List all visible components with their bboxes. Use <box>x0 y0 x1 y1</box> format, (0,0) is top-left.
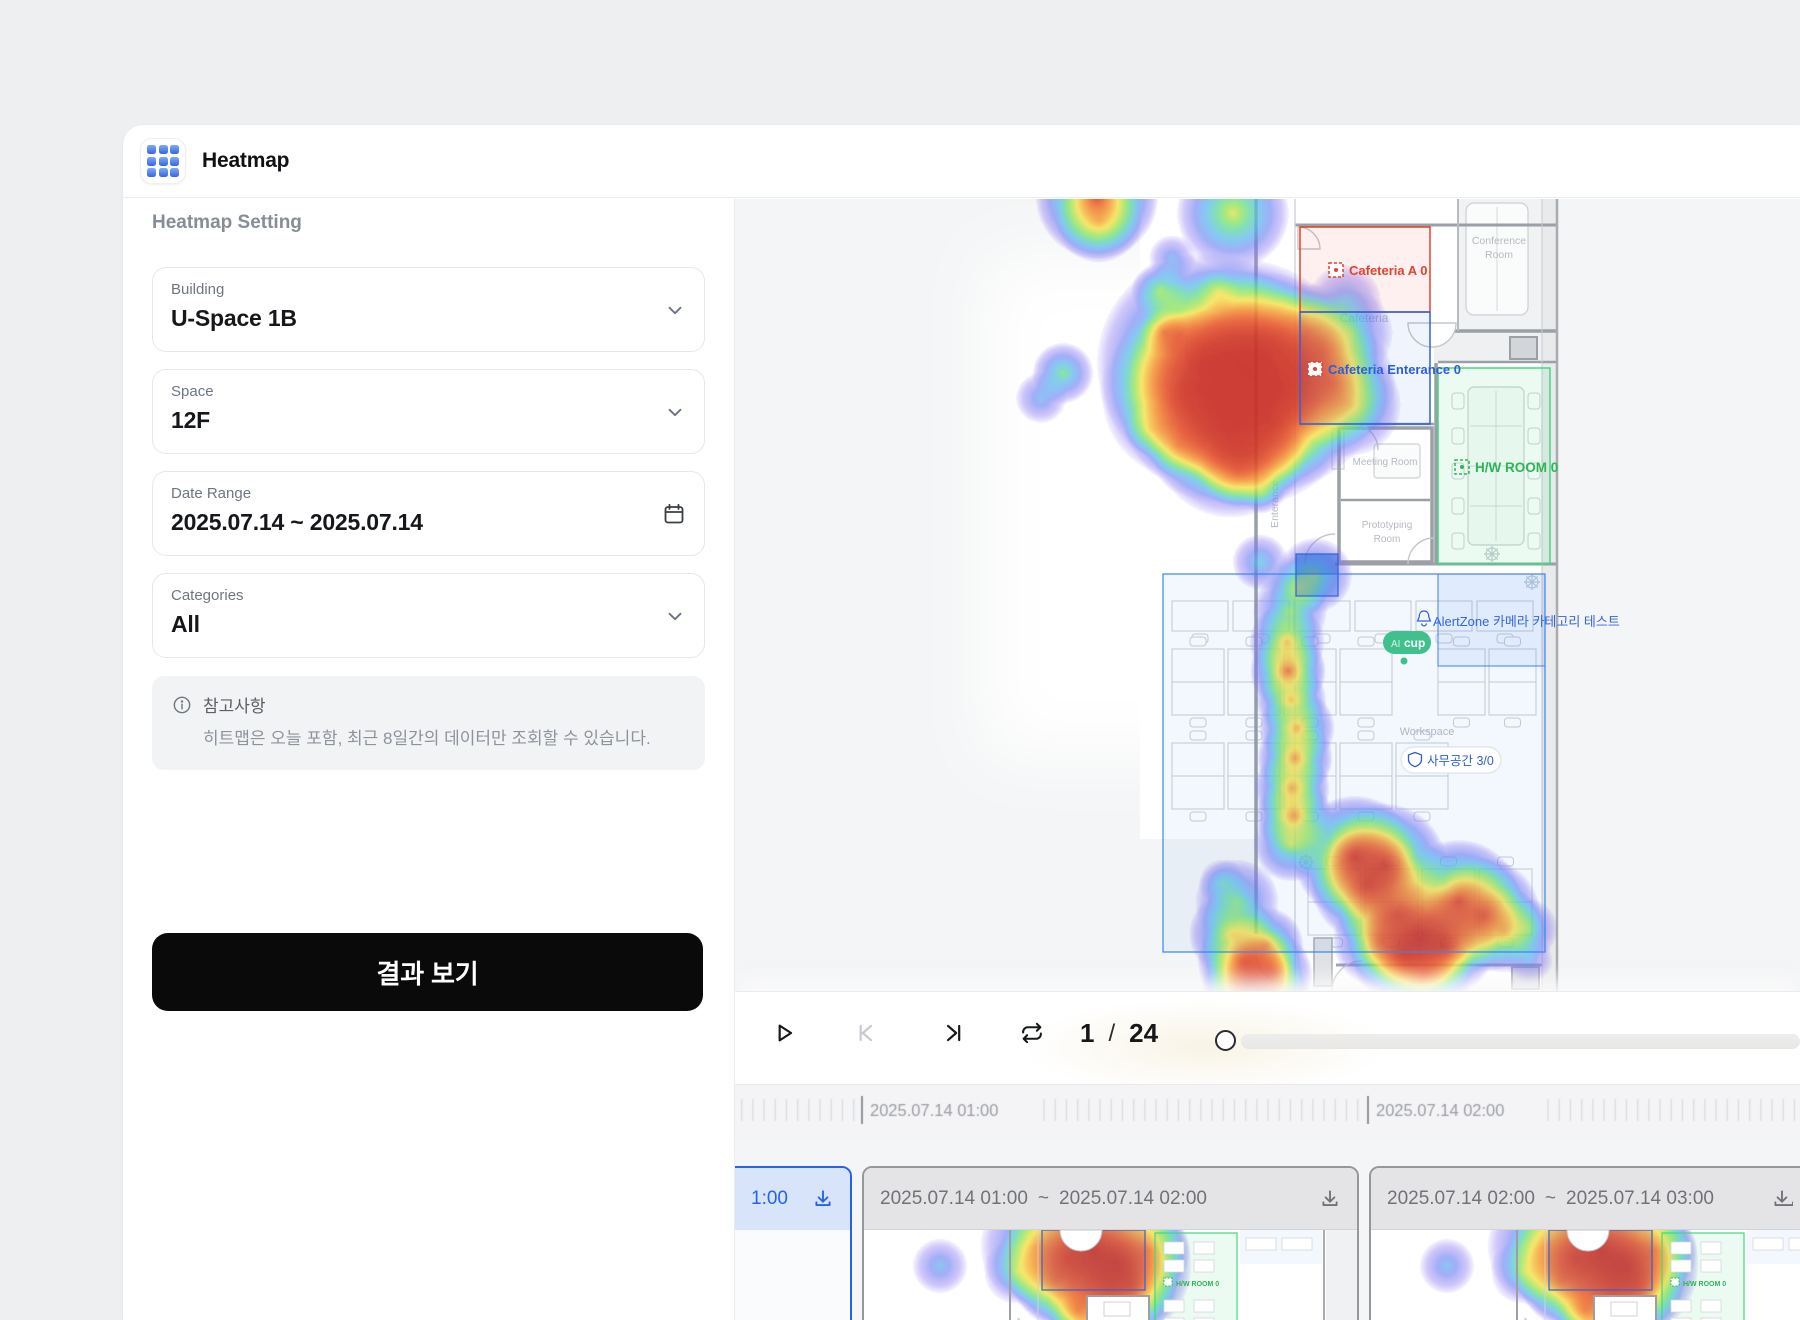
section-title: Heatmap Setting <box>152 212 705 234</box>
chevron-down-icon <box>664 401 686 423</box>
frame-counter: 1 / 24 <box>1080 1018 1158 1049</box>
settings-sidebar: Heatmap Setting Building U-Space 1B Spac… <box>123 199 735 1320</box>
svg-text:H/W ROOM 0: H/W ROOM 0 <box>1475 460 1558 475</box>
slider-track[interactable] <box>1241 1034 1800 1049</box>
snapshot-cards: 1:00 2025.07.14 01:00 ~ 2025.07.14 02:00 <box>735 1166 1800 1320</box>
snapshot-label: 1:00 <box>751 1188 788 1210</box>
space-label: Space <box>171 383 686 400</box>
range-end: 2025.07.14 03:00 <box>1566 1188 1714 1210</box>
notice-text: 히트맵은 오늘 포함, 최근 8일간의 데이터만 조회할 수 있습니다. <box>172 726 673 752</box>
svg-text:AI: AI <box>1391 639 1400 650</box>
slider-thumb[interactable] <box>1215 1030 1236 1051</box>
notice-box: 참고사항 히트맵은 오늘 포함, 최근 8일간의 데이터만 조회할 수 있습니다… <box>152 676 705 770</box>
chevron-down-icon <box>664 299 686 321</box>
loop-button[interactable] <box>1019 1020 1045 1046</box>
download-icon[interactable] <box>812 1188 834 1210</box>
skip-to-end-button[interactable] <box>941 1020 967 1046</box>
svg-text:cup: cup <box>1404 636 1425 650</box>
current-frame: 1 <box>1080 1018 1094 1049</box>
grid-icon <box>147 145 179 177</box>
range-end: 2025.07.14 02:00 <box>1059 1188 1207 1210</box>
building-value: U-Space 1B <box>171 305 686 332</box>
categories-value: All <box>171 611 686 638</box>
view-results-button[interactable]: 결과 보기 <box>152 933 703 1011</box>
date-range-value: 2025.07.14 ~ 2025.07.14 <box>171 509 686 536</box>
space-value: 12F <box>171 407 686 434</box>
snapshot-floor-plan: Meeting Room H/W ROOM 0 Enterance <box>864 1230 1359 1320</box>
date-range-label: Date Range <box>171 485 686 502</box>
download-icon[interactable] <box>1771 1188 1793 1210</box>
snapshot-card[interactable]: 2025.07.14 01:00 ~ 2025.07.14 02:00 Meet… <box>862 1166 1359 1320</box>
download-icon[interactable] <box>1319 1188 1341 1210</box>
page-title: Heatmap <box>202 149 289 173</box>
info-icon <box>172 695 192 715</box>
zone-overlay: Cafeteria A 0 Cafeteria Enterance 0 H/W … <box>735 199 1800 991</box>
timeline-ticks <box>735 1085 1800 1140</box>
svg-text:사무공간 3/0: 사무공간 3/0 <box>1427 754 1494 768</box>
date-range-picker[interactable]: Date Range 2025.07.14 ~ 2025.07.14 <box>152 471 705 556</box>
heatmap-app: Heatmap Heatmap Setting Building U-Space… <box>0 0 1800 1320</box>
play-button[interactable] <box>771 1020 797 1046</box>
svg-text:AlertZone 카메라 카테고리 테스트: AlertZone 카메라 카테고리 테스트 <box>1433 614 1620 629</box>
app-header: Heatmap <box>123 125 1800 198</box>
categories-label: Categories <box>171 587 686 604</box>
range-start: 2025.07.14 02:00 <box>1387 1188 1535 1210</box>
svg-text:H/W ROOM 0: H/W ROOM 0 <box>1176 1281 1219 1288</box>
snapshot-card[interactable]: 2025.07.14 02:00 ~ 2025.07.14 03:00 Meet… <box>1369 1166 1800 1320</box>
svg-text:Cafeteria A 0: Cafeteria A 0 <box>1349 263 1428 278</box>
zone-label-cafeteria-entrance: Cafeteria Enterance 0 <box>1308 362 1461 377</box>
timeline[interactable] <box>735 1084 1800 1140</box>
snapshot-card-selected[interactable]: 1:00 <box>735 1166 852 1320</box>
app-logo <box>140 138 186 184</box>
building-select[interactable]: Building U-Space 1B <box>152 267 705 352</box>
calendar-icon <box>662 502 686 526</box>
space-select[interactable]: Space 12F <box>152 369 705 454</box>
alertzone-label: AlertZone 카메라 카테고리 테스트 <box>1418 611 1620 629</box>
svg-text:Cafeteria Enterance 0: Cafeteria Enterance 0 <box>1328 362 1461 377</box>
skip-to-start-button[interactable] <box>852 1020 878 1046</box>
building-label: Building <box>171 281 686 298</box>
svg-text:H/W ROOM 0: H/W ROOM 0 <box>1683 1281 1726 1288</box>
range-start: 2025.07.14 01:00 <box>880 1188 1028 1210</box>
total-frames: 24 <box>1129 1018 1158 1049</box>
chevron-down-icon <box>664 605 686 627</box>
office-zone-badge[interactable]: 사무공간 3/0 <box>1401 747 1501 773</box>
notice-title: 참고사항 <box>203 692 266 717</box>
snapshot-floor-plan: Meeting Room H/W ROOM 0 Enterance <box>1371 1230 1800 1320</box>
categories-select[interactable]: Categories All <box>152 573 705 658</box>
main-panel: Heatmap Heatmap Setting Building U-Space… <box>123 125 1800 1320</box>
heatmap-viewport[interactable]: Conference Room Cafeteria Meeting Room P… <box>735 199 1800 1320</box>
